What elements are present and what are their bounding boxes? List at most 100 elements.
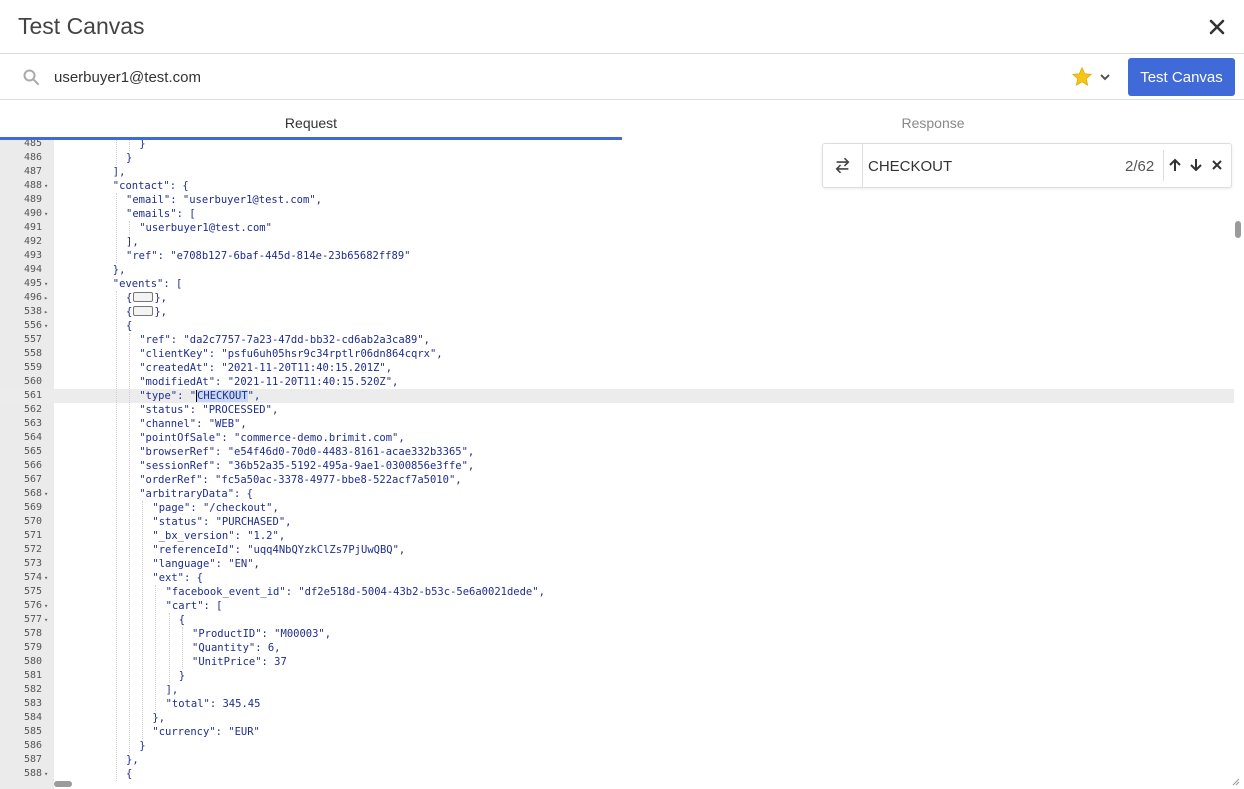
code-text: "browserRef": "e54f46d0-70d0-4483-8161-a…: [139, 446, 475, 458]
code-line: 585 "currency": "EUR": [0, 725, 1234, 739]
code-line: 494},: [0, 263, 1234, 277]
line-number: 562: [23, 404, 42, 415]
search-bar: [0, 54, 1244, 100]
indent-guide: [115, 193, 117, 263]
code-text: "modifiedAt": "2021-11-20T11:40:15.520Z"…: [139, 376, 399, 388]
code-text: "facebook_event_id": "df2e518d-5004-43b2…: [165, 586, 545, 598]
code-line: 575 "facebook_event_id": "df2e518d-5004-4…: [0, 585, 1234, 599]
horizontal-scrollbar[interactable]: [54, 781, 72, 787]
code-line: 570 "status": "PURCHASED",: [0, 515, 1234, 529]
code-line: 572 "referenceId": "uqq4NbQYzkClZs7PjUwQB…: [0, 543, 1234, 557]
fold-toggle-icon[interactable]: ▾: [44, 277, 52, 291]
window-title: Test Canvas: [18, 13, 145, 39]
line-number: 566: [23, 460, 42, 471]
fold-toggle-icon[interactable]: ▾: [44, 571, 52, 585]
collapsed-block[interactable]: [133, 292, 154, 302]
code-text: {},: [126, 306, 167, 318]
fold-toggle-icon[interactable]: ▾: [44, 767, 52, 781]
code-line: 564 "pointOfSale": "commerce-demo.brimit.…: [0, 431, 1234, 445]
star-icon[interactable]: [1071, 66, 1093, 88]
code-line: 560 "modifiedAt": "2021-11-20T11:40:15.52…: [0, 375, 1234, 389]
line-number: 563: [23, 418, 42, 429]
line-number: 485: [23, 140, 42, 149]
code-text: "page": "/checkout",: [152, 502, 279, 514]
fold-toggle-icon[interactable]: ▸: [44, 305, 52, 319]
fold-toggle-icon[interactable]: ▾: [44, 487, 52, 501]
code-line: 588 ▾ {: [0, 767, 1234, 781]
line-number: 493: [23, 250, 42, 261]
code-text: "currency": "EUR": [152, 726, 260, 738]
indent-guide: [181, 627, 183, 669]
code-text: "email": "userbuyer1@test.com",: [126, 194, 322, 206]
tab-request[interactable]: Request: [0, 100, 622, 140]
code-line: 493 "ref": "e708b127-6baf-445d-814e-23b65…: [0, 249, 1234, 263]
line-number: 491: [23, 222, 42, 233]
code-line: 584},: [0, 711, 1234, 725]
code-editor[interactable]: 485} 486} 487], 488 ▾ "contact": {489 "email":…: [0, 140, 1244, 789]
arrow-down-icon[interactable]: [1188, 157, 1204, 173]
collapsed-block[interactable]: [133, 306, 154, 316]
fold-toggle-icon[interactable]: ▾: [44, 613, 52, 627]
fold-toggle-icon[interactable]: ▾: [44, 179, 52, 193]
line-number: 581: [23, 670, 42, 681]
search-match-highlight: CHECKOUT: [196, 390, 248, 402]
code-text: ],: [126, 236, 139, 248]
line-number: 565: [23, 446, 42, 457]
line-number: 570: [23, 516, 42, 527]
code-text: "type": "CHECKOUT",: [139, 390, 261, 402]
code-line: 495 ▾ "events": [: [0, 277, 1234, 291]
vertical-scrollbar[interactable]: [1235, 221, 1241, 238]
code-line: 573 "language": "EN",: [0, 557, 1234, 571]
line-number: 489: [23, 194, 42, 205]
code-text: "sessionRef": "36b52a35-5192-495a-9ae1-0…: [139, 460, 475, 472]
code-text: {},: [126, 292, 167, 304]
code-text: "userbuyer1@test.com": [139, 222, 272, 234]
code-text: {: [126, 768, 133, 780]
line-number: 561: [23, 390, 42, 401]
fold-toggle-icon[interactable]: ▾: [44, 319, 52, 333]
line-number: 576: [23, 600, 42, 611]
line-number: 559: [23, 362, 42, 373]
code-line: 496 ▸ {},: [0, 291, 1234, 305]
code-text: "status": "PURCHASED",: [152, 516, 292, 528]
line-number: 568: [23, 488, 42, 499]
code-line: 587},: [0, 753, 1234, 767]
line-number: 573: [23, 558, 42, 569]
search-input[interactable]: [54, 65, 954, 89]
line-number: 492: [23, 236, 42, 247]
tab-response[interactable]: Response: [622, 100, 1244, 140]
close-find-icon[interactable]: [1209, 157, 1225, 173]
line-number: 558: [23, 348, 42, 359]
code-line: 580 "UnitPrice": 37: [0, 655, 1234, 669]
code-line: 586}: [0, 739, 1234, 753]
line-number: 580: [23, 656, 42, 667]
fold-toggle-icon[interactable]: ▾: [44, 207, 52, 221]
fold-toggle-icon[interactable]: ▸: [44, 291, 52, 305]
code-line: 565 "browserRef": "e54f46d0-70d0-4483-816…: [0, 445, 1234, 459]
code-text: "language": "EN",: [152, 558, 260, 570]
line-number: 587: [23, 754, 42, 765]
fold-toggle-icon[interactable]: ▾: [44, 599, 52, 613]
code-text: "ProductID": "M00003",: [192, 628, 332, 640]
find-input[interactable]: CHECKOUT: [868, 158, 952, 175]
code-line: 558 "clientKey": "psfu6uh05hsr9c34rptlr06…: [0, 347, 1234, 361]
code-line: 581}: [0, 669, 1234, 683]
resize-handle-icon[interactable]: [1230, 776, 1240, 786]
test-canvas-button[interactable]: Test Canvas: [1128, 58, 1235, 96]
code-text: "channel": "WEB",: [139, 418, 247, 430]
arrow-up-icon[interactable]: [1167, 157, 1183, 173]
code-line: 569 "page": "/checkout",: [0, 501, 1234, 515]
chevron-down-icon[interactable]: [1099, 71, 1111, 83]
code-line: 574 ▾ "ext": {: [0, 571, 1234, 585]
code-text: }: [126, 152, 133, 164]
line-number: 583: [23, 698, 42, 709]
close-icon[interactable]: [1206, 16, 1228, 38]
indent-guide: [142, 501, 144, 739]
code-line: 559 "createdAt": "2021-11-20T11:40:15.201…: [0, 361, 1234, 375]
code-line: 579 "Quantity": 6,: [0, 641, 1234, 655]
swap-icon[interactable]: [823, 144, 863, 187]
indent-guide: [129, 333, 130, 753]
code-text: ],: [165, 684, 179, 696]
tab-bar: Request Response: [0, 100, 1244, 140]
code-line: 538 ▸ {},: [0, 305, 1234, 319]
